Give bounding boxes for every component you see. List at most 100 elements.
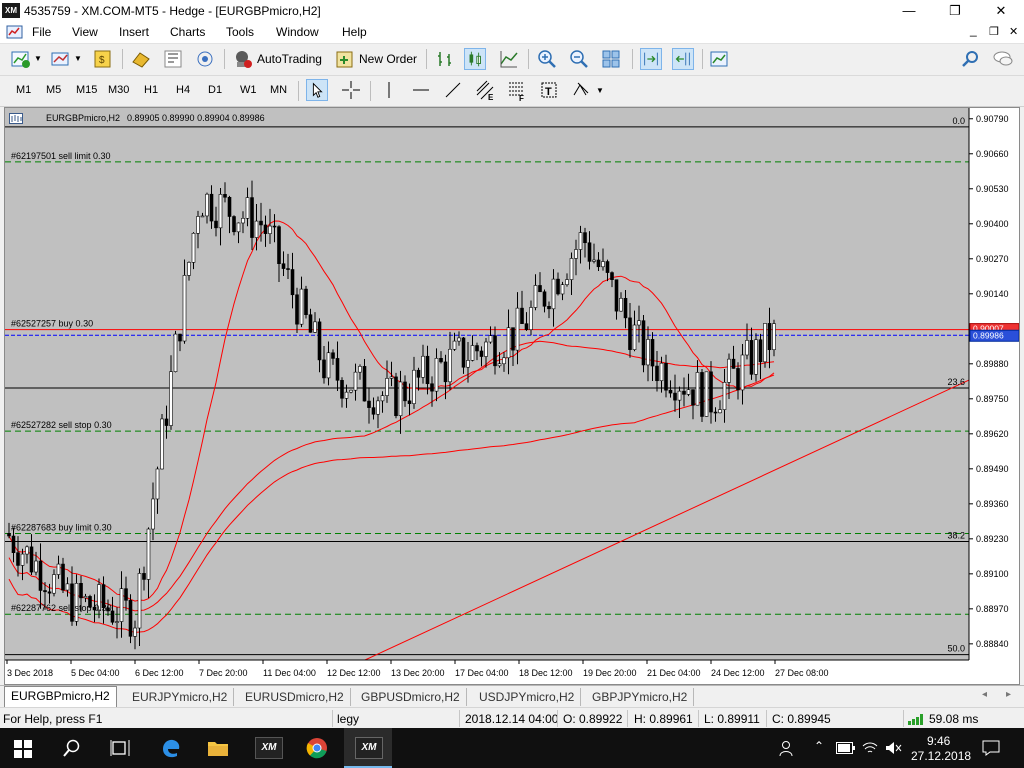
timeframe-m1[interactable]: M1 bbox=[16, 84, 31, 96]
menu-charts[interactable]: Charts bbox=[170, 25, 205, 39]
tab-scroll-right-icon[interactable]: ▸ bbox=[1006, 689, 1011, 700]
tile-windows-icon[interactable] bbox=[600, 48, 622, 70]
tab-usdjpymicro-h2[interactable]: USDJPYmicro,H2 bbox=[473, 688, 582, 706]
search-icon[interactable] bbox=[960, 48, 982, 70]
crosshair-icon[interactable] bbox=[340, 79, 362, 101]
candle-body bbox=[43, 590, 47, 593]
mt5-active-window[interactable]: XM bbox=[344, 728, 392, 768]
menu-view[interactable]: View bbox=[72, 25, 98, 39]
zoom-out-icon[interactable] bbox=[568, 48, 590, 70]
market-watch-icon[interactable]: $ bbox=[92, 48, 114, 70]
candle-body bbox=[259, 220, 263, 226]
notifications-icon[interactable] bbox=[982, 740, 1000, 756]
wifi-icon[interactable] bbox=[861, 740, 879, 756]
candle-body bbox=[16, 552, 20, 566]
file-explorer-icon[interactable] bbox=[207, 738, 229, 758]
edge-browser-icon[interactable] bbox=[160, 737, 182, 759]
auto-scroll-icon[interactable] bbox=[640, 48, 662, 70]
chat-icon[interactable] bbox=[992, 48, 1014, 70]
timeframe-m30[interactable]: M30 bbox=[108, 84, 129, 96]
status-ping: 59.08 ms bbox=[929, 712, 979, 726]
trendline-icon[interactable] bbox=[442, 79, 464, 101]
doc-restore-button[interactable]: ❐ bbox=[989, 25, 999, 38]
timeframe-d1[interactable]: D1 bbox=[208, 84, 222, 96]
close-button[interactable]: ✕ bbox=[978, 0, 1024, 22]
tab-gbpusdmicro-h2[interactable]: GBPUSDmicro,H2 bbox=[355, 688, 467, 706]
minimize-button[interactable]: — bbox=[886, 0, 932, 22]
menu-tools[interactable]: Tools bbox=[226, 25, 254, 39]
tab-gbpjpymicro-h2[interactable]: GBPJPYmicro,H2 bbox=[586, 688, 695, 706]
connection-signal-icon[interactable] bbox=[908, 712, 926, 725]
task-view-icon[interactable] bbox=[110, 739, 130, 757]
dropdown-arrow-icon[interactable]: ▼ bbox=[74, 54, 82, 63]
new-chart-icon[interactable] bbox=[10, 48, 32, 70]
candle-body bbox=[434, 358, 439, 392]
candle-body bbox=[448, 348, 452, 383]
new-order-icon[interactable] bbox=[334, 48, 356, 70]
clock-date[interactable]: 27.12.2018 bbox=[911, 749, 971, 763]
chart-header-symbol: EURGBPmicro,H2 bbox=[46, 113, 121, 123]
people-icon[interactable] bbox=[778, 739, 796, 757]
dropdown-arrow-icon[interactable]: ▼ bbox=[596, 86, 604, 95]
candle-body bbox=[520, 307, 524, 324]
menu-insert[interactable]: Insert bbox=[119, 25, 149, 39]
chart-window[interactable]: 0.90790 0.90660 0.90530 0.90400 0.90270 0.901… bbox=[4, 107, 1020, 685]
equidistant-channel-icon[interactable]: E bbox=[474, 79, 496, 101]
timeframe-m15[interactable]: M15 bbox=[76, 84, 97, 96]
menu-window[interactable]: Window bbox=[276, 25, 319, 39]
doc-minimize-button[interactable]: _ bbox=[970, 23, 977, 37]
zoom-in-icon[interactable] bbox=[536, 48, 558, 70]
new-order-button[interactable]: New Order bbox=[359, 52, 417, 66]
menu-help[interactable]: Help bbox=[342, 25, 367, 39]
line-chart-icon[interactable] bbox=[498, 48, 520, 70]
windows-start-icon[interactable] bbox=[14, 740, 32, 758]
price-chart[interactable]: 0.90790 0.90660 0.90530 0.90400 0.90270 0.901… bbox=[5, 108, 1019, 684]
dropdown-arrow-icon[interactable]: ▼ bbox=[34, 54, 42, 63]
show-hidden-icons-icon[interactable]: ⌃ bbox=[814, 739, 824, 753]
autotrading-button[interactable]: AutoTrading bbox=[257, 52, 322, 66]
profiles-icon[interactable] bbox=[50, 48, 72, 70]
doc-close-button[interactable]: ✕ bbox=[1009, 25, 1018, 38]
fibonacci-icon[interactable]: F bbox=[506, 79, 528, 101]
shapes-icon[interactable] bbox=[570, 79, 592, 101]
clock-time[interactable]: 9:46 bbox=[927, 734, 950, 748]
cursor-icon[interactable] bbox=[306, 79, 328, 101]
chrome-browser-icon[interactable] bbox=[306, 737, 328, 759]
timeframe-mn[interactable]: MN bbox=[270, 84, 287, 96]
chart-shift-icon[interactable] bbox=[672, 48, 694, 70]
candle-body bbox=[178, 333, 182, 342]
tab-eurgbpmicro-h2[interactable]: EURGBPmicro,H2 bbox=[4, 686, 117, 708]
bar-chart-icon[interactable] bbox=[434, 48, 456, 70]
chart-window-icon[interactable] bbox=[6, 24, 24, 40]
svg-text:F: F bbox=[519, 94, 524, 101]
xm-taskbar-icon[interactable]: XM bbox=[255, 737, 283, 759]
status-profile[interactable]: legy bbox=[337, 712, 359, 726]
candle-body bbox=[695, 372, 700, 406]
autotrading-icon[interactable] bbox=[232, 48, 254, 70]
candlestick-chart-icon[interactable] bbox=[464, 48, 486, 70]
timeframe-w1[interactable]: W1 bbox=[240, 84, 257, 96]
candle-body bbox=[371, 407, 376, 415]
timeframe-h4[interactable]: H4 bbox=[176, 84, 190, 96]
search-icon[interactable] bbox=[63, 739, 81, 757]
restore-button[interactable]: ❐ bbox=[932, 0, 978, 22]
candle-body bbox=[758, 339, 763, 363]
strategy-tester-icon[interactable] bbox=[130, 48, 152, 70]
menu-file[interactable]: File bbox=[32, 25, 51, 39]
text-tool-icon[interactable]: T bbox=[538, 79, 560, 101]
candle-body bbox=[11, 535, 16, 553]
volume-icon[interactable] bbox=[884, 740, 902, 756]
time-tick-label: 24 Dec 12:00 bbox=[711, 668, 765, 678]
chart-header-icon bbox=[9, 113, 23, 124]
vertical-line-icon[interactable] bbox=[378, 79, 400, 101]
tab-eurjpymicro-h2[interactable]: EURJPYmicro,H2 bbox=[126, 688, 235, 706]
signals-icon[interactable] bbox=[194, 48, 216, 70]
horizontal-line-icon[interactable] bbox=[410, 79, 432, 101]
templates-icon[interactable] bbox=[708, 48, 730, 70]
metaeditor-icon[interactable] bbox=[162, 48, 184, 70]
timeframe-m5[interactable]: M5 bbox=[46, 84, 61, 96]
tab-eurusdmicro-h2[interactable]: EURUSDmicro,H2 bbox=[239, 688, 351, 706]
tab-scroll-left-icon[interactable]: ◂ bbox=[982, 689, 987, 700]
timeframe-h1[interactable]: H1 bbox=[144, 84, 158, 96]
battery-icon[interactable] bbox=[836, 742, 856, 754]
